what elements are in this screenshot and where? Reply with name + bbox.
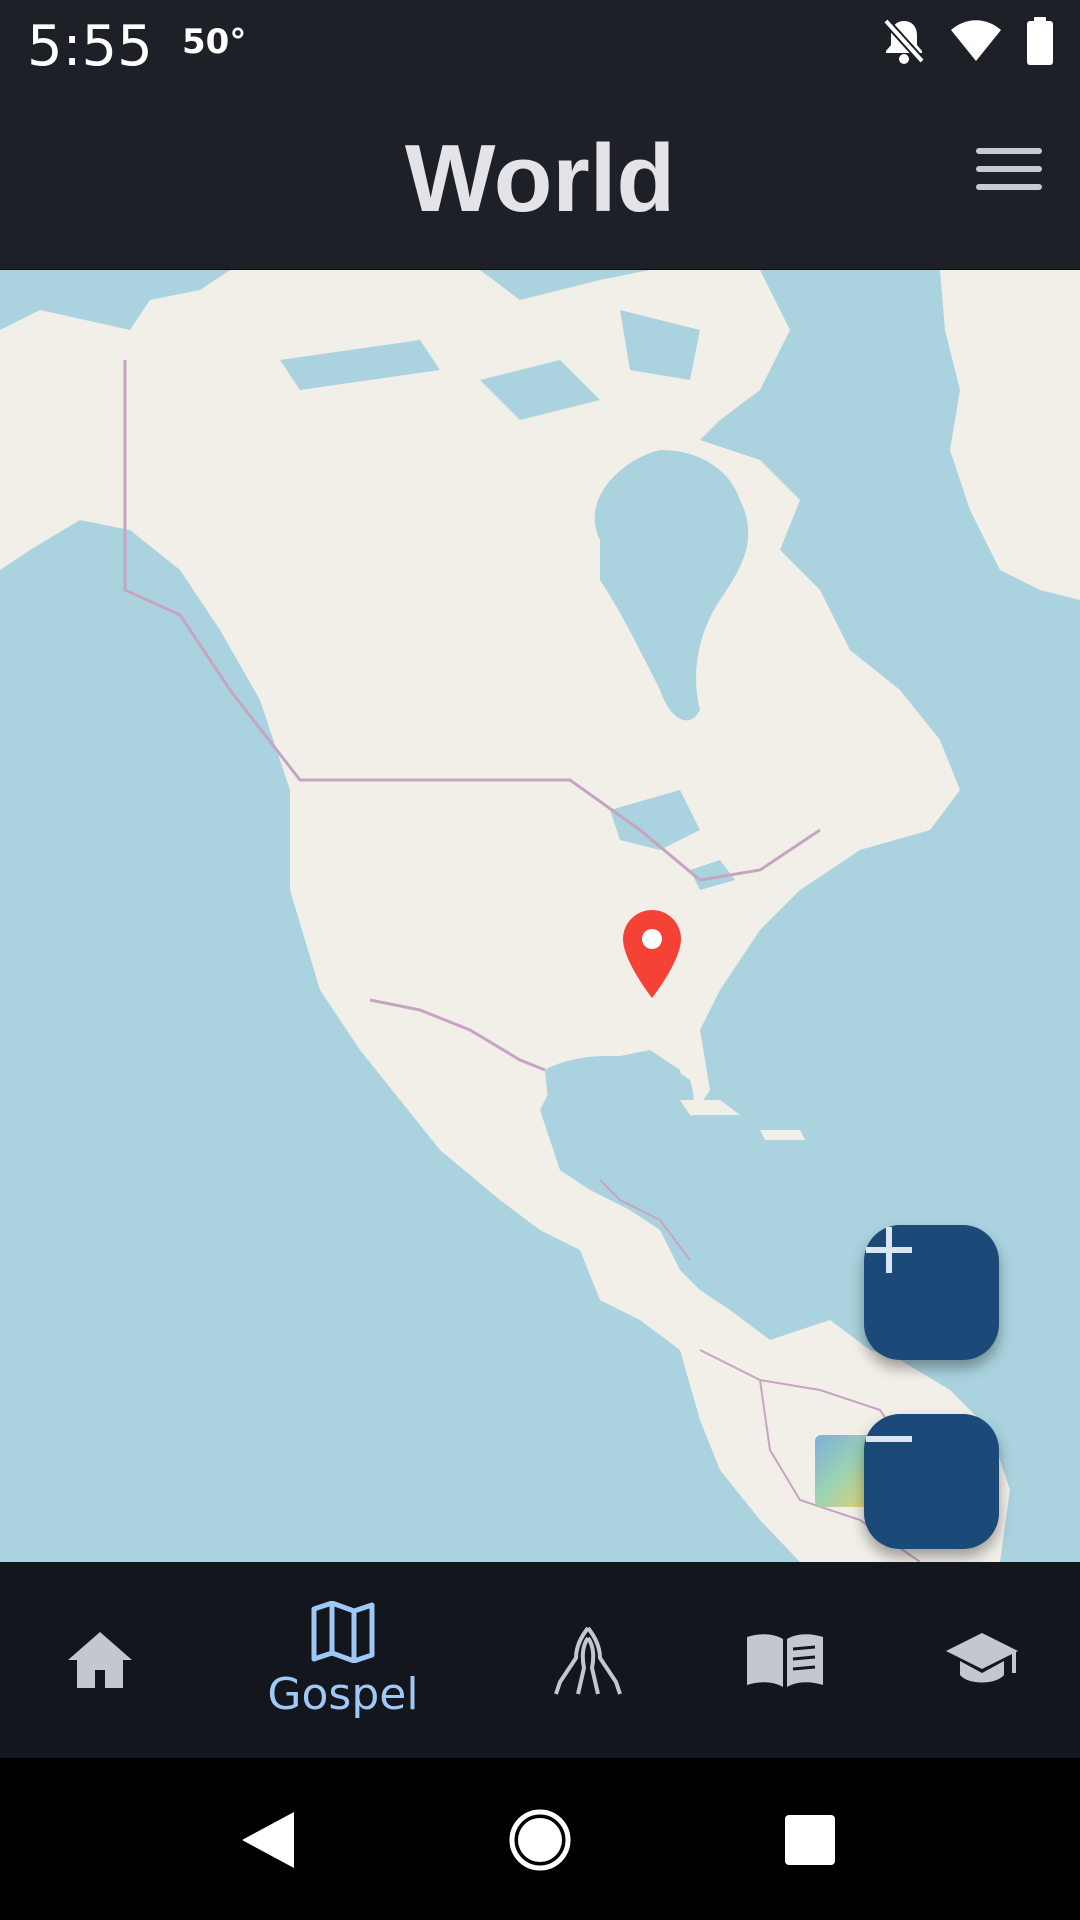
nav-item-home[interactable] (0, 1562, 200, 1758)
graduation-cap-icon (946, 1633, 1018, 1683)
battery-icon (1027, 17, 1053, 65)
system-navigation-bar (0, 1758, 1080, 1920)
location-pin-icon[interactable] (620, 908, 684, 1000)
status-time: 5:55 (27, 14, 153, 79)
back-icon[interactable] (240, 1810, 296, 1870)
praying-hands-icon (554, 1626, 622, 1695)
plus-icon (866, 1227, 912, 1273)
notifications-off-icon (883, 18, 925, 64)
page-title: World (404, 125, 676, 232)
nav-item-gospel[interactable]: Gospel (243, 1562, 443, 1758)
status-icons (882, 16, 1054, 66)
land-greenland (940, 270, 1080, 600)
map-tiles (0, 270, 1080, 1562)
zoom-out-button[interactable] (864, 1414, 999, 1549)
recents-icon[interactable] (784, 1814, 836, 1866)
nav-item-prayer[interactable] (488, 1562, 688, 1758)
gulf-of-mexico (545, 1056, 694, 1159)
map-icon (311, 1600, 375, 1663)
status-bar: 5:55 50° (0, 0, 1080, 86)
hamburger-menu-icon (976, 148, 1042, 190)
wifi-icon (951, 20, 1001, 61)
menu-button[interactable] (976, 148, 1042, 198)
nav-item-learn[interactable] (882, 1562, 1080, 1758)
open-book-icon (747, 1634, 823, 1687)
minus-icon (866, 1436, 912, 1442)
zoom-in-button[interactable] (864, 1225, 999, 1360)
home-icon (68, 1632, 132, 1688)
app-bar: World (0, 86, 1080, 271)
land-north-america (0, 270, 1010, 1562)
world-map[interactable] (0, 270, 1080, 1562)
nav-item-bible[interactable] (685, 1562, 885, 1758)
nav-item-label: Gospel (267, 1668, 419, 1720)
home-circle-icon[interactable] (508, 1808, 572, 1872)
bottom-navigation: Gospel (0, 1562, 1080, 1758)
status-temperature: 50° (182, 22, 247, 62)
